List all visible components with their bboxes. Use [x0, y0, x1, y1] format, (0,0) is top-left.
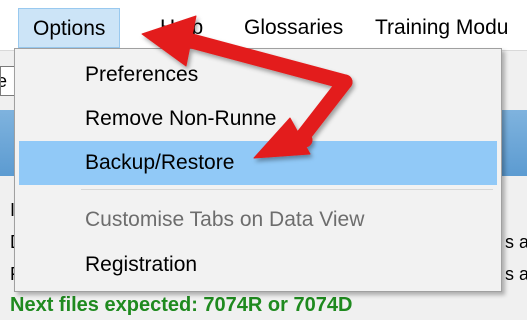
menu-separator	[81, 189, 493, 190]
background-text-5: s a	[505, 264, 527, 284]
background-text-4: s a	[505, 232, 527, 252]
menu-training-modules[interactable]: Training Modu	[375, 8, 508, 48]
menu-item-registration[interactable]: Registration	[19, 243, 497, 287]
menu-item-remove-non-runners[interactable]: Remove Non-Runne	[19, 97, 497, 141]
status-next-files: Next files expected: 7074R or 7074D	[10, 294, 353, 316]
menu-item-backup-restore[interactable]: Backup/Restore	[19, 141, 497, 185]
menu-bar: Options Help Glossaries Training Modu	[0, 0, 527, 51]
menu-glossaries[interactable]: Glossaries	[244, 8, 343, 48]
options-dropdown: Preferences Remove Non-Runne Backup/Rest…	[14, 48, 502, 292]
menu-options[interactable]: Options	[18, 8, 121, 48]
menu-item-customise-tabs: Customise Tabs on Data View	[85, 208, 365, 231]
menu-help[interactable]: Help	[160, 8, 203, 48]
menu-item-preferences[interactable]: Preferences	[19, 53, 497, 97]
